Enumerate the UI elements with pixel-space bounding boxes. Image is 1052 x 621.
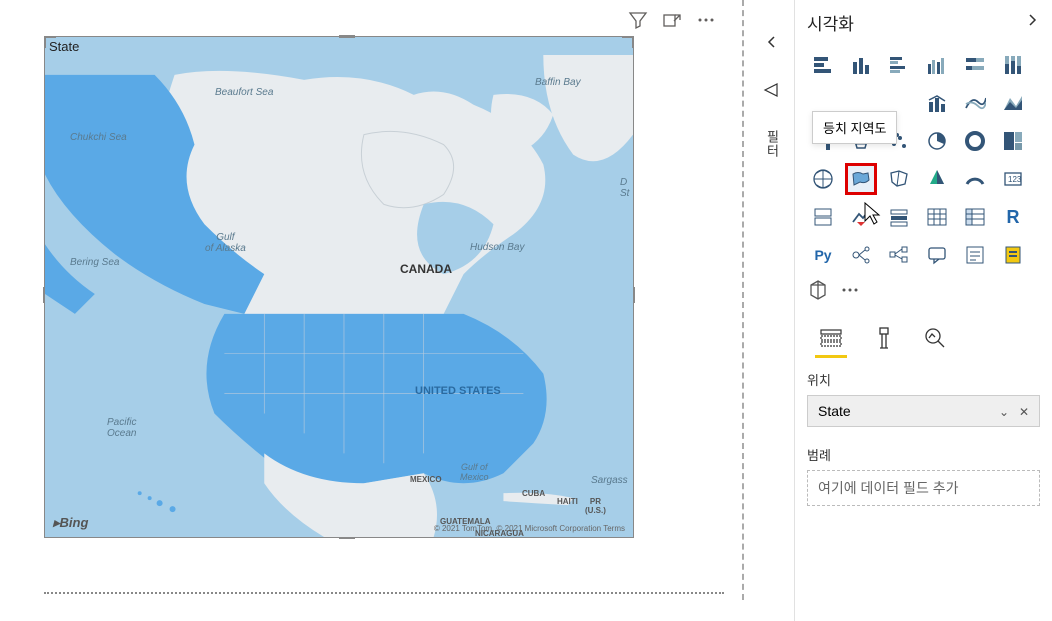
sea-label: Gulf of Mexico: [460, 462, 489, 482]
analytics-tab[interactable]: [921, 324, 949, 352]
viz-line-stacked-column[interactable]: [921, 87, 953, 119]
viz-card[interactable]: 123: [997, 163, 1029, 195]
map-visual[interactable]: State Bea: [44, 36, 634, 538]
page-boundary: [44, 592, 724, 594]
chevron-down-icon[interactable]: ⌄: [999, 405, 1009, 419]
viz-shape-map[interactable]: [883, 163, 915, 195]
viz-100-stacked-column[interactable]: [997, 49, 1029, 81]
sea-label: Chukchi Sea: [70, 132, 127, 143]
tooltip: 등치 지역도: [812, 111, 897, 144]
viz-line-clustered-column[interactable]: [959, 87, 991, 119]
format-tab[interactable]: [869, 324, 897, 352]
field-well-legend[interactable]: 여기에 데이터 필드 추가: [807, 470, 1040, 506]
viz-slicer[interactable]: [883, 201, 915, 233]
visualizations-pane: 시각화 등치 지역도 123: [794, 0, 1052, 621]
viz-table[interactable]: [921, 201, 953, 233]
collapsed-panes: 필터: [750, 0, 794, 621]
viz-multi-row-card[interactable]: [807, 201, 839, 233]
country-label: UNITED STATES: [415, 385, 501, 397]
visual-title: State: [49, 39, 79, 54]
viz-clustered-column[interactable]: [921, 49, 953, 81]
focus-mode-icon[interactable]: [662, 10, 682, 30]
more-options-icon[interactable]: [696, 10, 716, 30]
pane-title: 시각화: [807, 10, 854, 35]
country-label: MEXICO: [410, 475, 442, 484]
get-more-visuals-icon[interactable]: [807, 279, 829, 306]
viz-python[interactable]: Py: [807, 239, 839, 271]
well-label-location: 위치: [807, 370, 1040, 389]
viz-treemap[interactable]: [997, 125, 1029, 157]
sea-label: Baffin Bay: [535, 77, 581, 88]
remove-field-icon[interactable]: ✕: [1019, 405, 1029, 419]
viz-map[interactable]: [807, 163, 839, 195]
viz-pie[interactable]: [921, 125, 953, 157]
filter-icon[interactable]: [628, 10, 648, 30]
viz-paginated-report[interactable]: [997, 239, 1029, 271]
sea-label: Bering Sea: [70, 257, 119, 268]
viz-matrix[interactable]: [959, 201, 991, 233]
field-well-location[interactable]: State ⌄ ✕: [807, 395, 1040, 427]
chevron-right-icon[interactable]: [1024, 12, 1040, 33]
bing-logo: ▸Bing: [53, 515, 88, 531]
property-tabs: [807, 324, 1040, 352]
viz-stacked-bar[interactable]: [807, 49, 839, 81]
canvas-divider: [742, 0, 744, 600]
sea-label: Pacific Ocean: [107, 417, 136, 439]
viz-gauge[interactable]: [959, 163, 991, 195]
viz-filled-map[interactable]: [845, 163, 877, 195]
viz-donut[interactable]: [959, 125, 991, 157]
country-label: CANADA: [400, 262, 452, 276]
svg-text:123: 123: [1008, 175, 1022, 184]
chevron-left-icon[interactable]: [764, 34, 780, 55]
country-label: CUBA: [522, 489, 545, 498]
visual-type-gallery: 등치 지역도 123 R Py: [807, 49, 1040, 271]
report-canvas[interactable]: State Bea: [0, 0, 736, 621]
more-options-icon[interactable]: [839, 279, 861, 306]
cursor-pointer-icon: [861, 201, 885, 234]
viz-clustered-bar[interactable]: [883, 49, 915, 81]
filters-pane-collapsed[interactable]: 필터: [763, 130, 782, 158]
viz-qa[interactable]: [921, 239, 953, 271]
sea-label: Sargass: [591, 475, 628, 486]
field-chip[interactable]: State: [818, 403, 851, 419]
country-label: PR (U.S.): [585, 497, 606, 515]
viz-azure-map[interactable]: [921, 163, 953, 195]
viz-smart-narrative[interactable]: [959, 239, 991, 271]
viz-key-influencers[interactable]: [845, 239, 877, 271]
map-tiles[interactable]: [45, 55, 633, 537]
well-label-legend: 범례: [807, 445, 1040, 464]
sea-label: Beaufort Sea: [215, 87, 273, 98]
visual-header-toolbar: [30, 4, 728, 36]
viz-100-stacked-bar[interactable]: [959, 49, 991, 81]
viz-decomposition-tree[interactable]: [883, 239, 915, 271]
placeholder-text: 여기에 데이터 필드 추가: [818, 478, 958, 498]
country-label: HAITI: [557, 497, 578, 506]
sea-label: D St: [620, 177, 629, 199]
sea-label: Hudson Bay: [470, 242, 524, 253]
fields-tab[interactable]: [817, 324, 845, 352]
sea-label: Gulf of Alaska: [205, 232, 246, 254]
map-copyright[interactable]: © 2021 TomTom, © 2021 Microsoft Corporat…: [434, 524, 625, 533]
viz-r-script[interactable]: R: [997, 201, 1029, 233]
bookmark-icon[interactable]: [763, 81, 781, 104]
viz-ribbon[interactable]: [997, 87, 1029, 119]
viz-stacked-column[interactable]: [845, 49, 877, 81]
